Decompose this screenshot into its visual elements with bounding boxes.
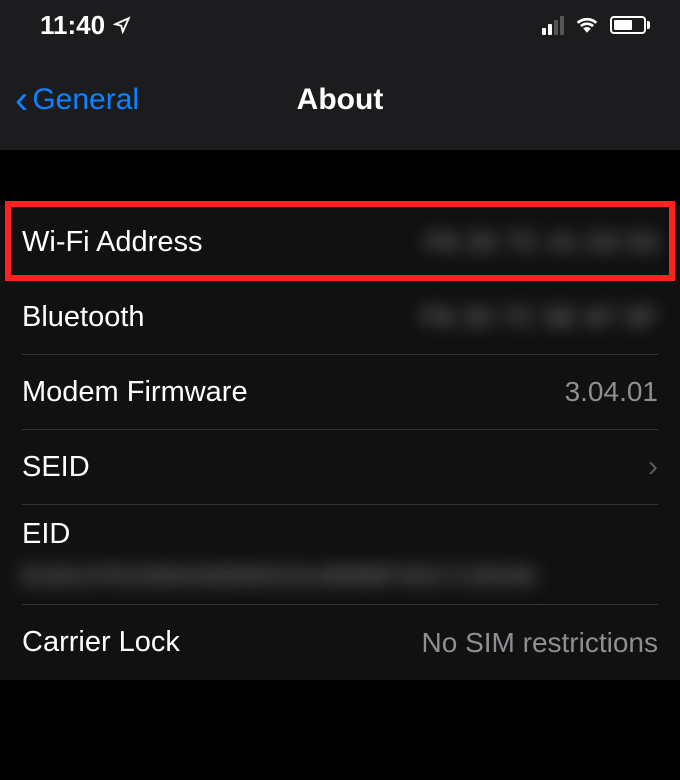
row-wifi-address[interactable]: Wi-Fi Address F8 20 7C 41 03 03 — [22, 205, 658, 280]
page-title: About — [297, 83, 384, 117]
status-right — [542, 13, 650, 38]
row-carrier-lock[interactable]: Carrier Lock No SIM restrictions — [22, 605, 658, 680]
chevron-left-icon: ‹ — [15, 80, 28, 120]
status-bar: 11:40 — [0, 0, 680, 50]
chevron-right-icon: › — [648, 450, 658, 484]
row-bluetooth[interactable]: Bluetooth F8 20 7C 5E 87 5F — [22, 280, 658, 355]
battery-icon — [610, 16, 650, 34]
status-time: 11:40 — [40, 10, 105, 41]
row-label: SEID — [22, 451, 90, 484]
row-label: Wi-Fi Address — [22, 226, 202, 259]
row-value-blurred: B1B41FE5308440859032A4888BFN527128346 — [22, 563, 658, 591]
section-gap — [0, 150, 680, 205]
back-label: General — [32, 83, 139, 117]
wifi-icon — [574, 13, 600, 38]
row-label: Modem Firmware — [22, 376, 248, 409]
status-left: 11:40 — [40, 10, 131, 41]
row-value-blurred: F8 20 7C 5E 87 5F — [421, 302, 658, 333]
cellular-signal-icon — [542, 16, 564, 35]
row-modem-firmware[interactable]: Modem Firmware 3.04.01 — [22, 355, 658, 430]
row-eid[interactable]: EID B1B41FE5308440859032A4888BFN52712834… — [22, 505, 658, 605]
row-label: Bluetooth — [22, 301, 145, 334]
navigation-bar: ‹ General About — [0, 50, 680, 150]
row-value-blurred: F8 20 7C 41 03 03 — [426, 227, 658, 258]
about-list: Wi-Fi Address F8 20 7C 41 03 03 Bluetoot… — [0, 205, 680, 680]
bottom-gap — [0, 680, 680, 780]
location-icon — [113, 10, 131, 41]
back-button[interactable]: ‹ General — [0, 80, 139, 120]
row-seid[interactable]: SEID › — [22, 430, 658, 505]
row-value: 3.04.01 — [565, 376, 658, 408]
row-value: No SIM restrictions — [422, 627, 659, 659]
row-label: Carrier Lock — [22, 626, 180, 659]
row-label: EID — [22, 518, 70, 551]
